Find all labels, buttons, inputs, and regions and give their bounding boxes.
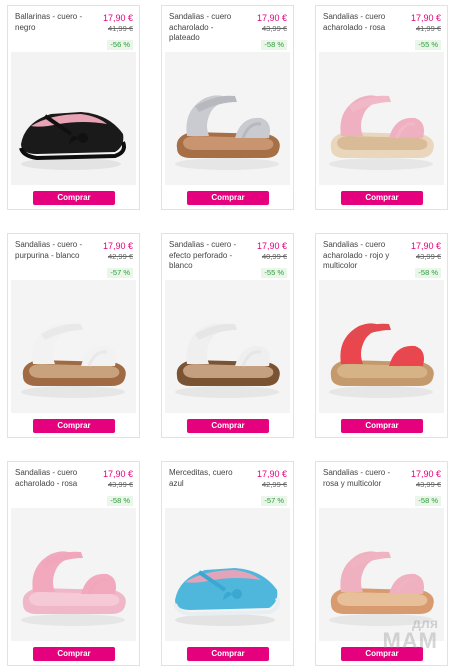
buy-button[interactable]: Comprar [187, 419, 269, 433]
sandal-icon [319, 280, 444, 413]
product-title[interactable]: Sandalias - cuero acharolado - rosa [15, 468, 87, 489]
product-title[interactable]: Merceditas, cuero azul [169, 468, 241, 489]
product-title[interactable]: Sandalias - cuero - rosa y multicolor [323, 468, 395, 489]
buy-button[interactable]: Comprar [341, 419, 423, 433]
product-image[interactable] [11, 280, 136, 413]
discount-badge: -57 % [107, 268, 133, 278]
old-price: 41,99 € [107, 24, 133, 33]
price-box: 17,90 € 43,99 € -58 % [257, 13, 287, 52]
product-card[interactable]: Sandalias - cuero acharolado - rosa 17,9… [7, 461, 140, 666]
product-title[interactable]: Sandalias - cuero acharolado - plateado [169, 12, 241, 44]
product-card[interactable]: Sandalias - cuero - efecto perforado - b… [161, 233, 294, 438]
mary-jane-shoe-icon [165, 508, 290, 641]
current-price: 17,90 € [410, 13, 441, 23]
product-title[interactable]: Sandalias - cuero - efecto perforado - b… [169, 240, 241, 272]
sandal-icon [165, 52, 290, 185]
current-price: 17,90 € [256, 469, 287, 479]
buy-button[interactable]: Comprar [187, 647, 269, 661]
discount-badge: -55 % [415, 40, 441, 50]
sandal-icon [11, 508, 136, 641]
buy-button[interactable]: Comprar [187, 191, 269, 205]
product-image[interactable] [11, 508, 136, 641]
old-price: 42,99 € [107, 252, 133, 261]
sandal-icon [165, 280, 290, 413]
price-box: 17,90 € 40,99 € -55 % [257, 241, 287, 280]
price-box: 17,90 € 41,99 € -56 % [103, 13, 133, 52]
product-card[interactable]: Sandalias - cuero acharolado - plateado … [161, 5, 294, 210]
buy-button[interactable]: Comprar [33, 191, 115, 205]
ballerina-shoe-icon [11, 52, 136, 185]
buy-button[interactable]: Comprar [33, 647, 115, 661]
price-box: 17,90 € 41,99 € -55 % [411, 13, 441, 52]
sandal-icon [11, 280, 136, 413]
buy-button[interactable]: Comprar [341, 191, 423, 205]
product-title[interactable]: Ballarinas - cuero - negro [15, 12, 87, 33]
product-image[interactable] [165, 280, 290, 413]
sandal-icon [319, 508, 444, 641]
product-card[interactable]: Sandalias - cuero acharolado - rosa 17,9… [315, 5, 448, 210]
current-price: 17,90 € [256, 241, 287, 251]
product-card[interactable]: Merceditas, cuero azul 17,90 € 42,99 € -… [161, 461, 294, 666]
buy-button[interactable]: Comprar [341, 647, 423, 661]
price-box: 17,90 € 43,99 € -58 % [103, 469, 133, 508]
product-image[interactable] [165, 52, 290, 185]
current-price: 17,90 € [410, 469, 441, 479]
product-title[interactable]: Sandalias - cuero acharolado - rojo y mu… [323, 240, 395, 272]
discount-badge: -58 % [107, 496, 133, 506]
price-box: 17,90 € 42,99 € -57 % [257, 469, 287, 508]
product-image[interactable] [319, 52, 444, 185]
current-price: 17,90 € [410, 241, 441, 251]
current-price: 17,90 € [256, 13, 287, 23]
product-card[interactable]: Sandalias - cuero - rosa y multicolor 17… [315, 461, 448, 666]
product-image[interactable] [165, 508, 290, 641]
price-box: 17,90 € 43,99 € -58 % [411, 241, 441, 280]
product-image[interactable] [319, 508, 444, 641]
current-price: 17,90 € [102, 13, 133, 23]
discount-badge: -56 % [107, 40, 133, 50]
old-price: 43,99 € [415, 252, 441, 261]
buy-button[interactable]: Comprar [33, 419, 115, 433]
product-title[interactable]: Sandalias - cuero - purpurina - blanco [15, 240, 87, 261]
discount-badge: -58 % [415, 268, 441, 278]
sandal-icon [319, 52, 444, 185]
discount-badge: -57 % [261, 496, 287, 506]
product-image[interactable] [319, 280, 444, 413]
product-card[interactable]: Ballarinas - cuero - negro 17,90 € 41,99… [7, 5, 140, 210]
old-price: 43,99 € [107, 480, 133, 489]
price-box: 17,90 € 43,99 € -58 % [411, 469, 441, 508]
old-price: 40,99 € [261, 252, 287, 261]
current-price: 17,90 € [102, 469, 133, 479]
product-image[interactable] [11, 52, 136, 185]
discount-badge: -55 % [261, 268, 287, 278]
product-title[interactable]: Sandalias - cuero acharolado - rosa [323, 12, 395, 33]
price-box: 17,90 € 42,99 € -57 % [103, 241, 133, 280]
current-price: 17,90 € [102, 241, 133, 251]
old-price: 43,99 € [261, 24, 287, 33]
old-price: 42,99 € [261, 480, 287, 489]
old-price: 41,99 € [415, 24, 441, 33]
product-card[interactable]: Sandalias - cuero - purpurina - blanco 1… [7, 233, 140, 438]
old-price: 43,99 € [415, 480, 441, 489]
product-card[interactable]: Sandalias - cuero acharolado - rojo y mu… [315, 233, 448, 438]
discount-badge: -58 % [415, 496, 441, 506]
discount-badge: -58 % [261, 40, 287, 50]
